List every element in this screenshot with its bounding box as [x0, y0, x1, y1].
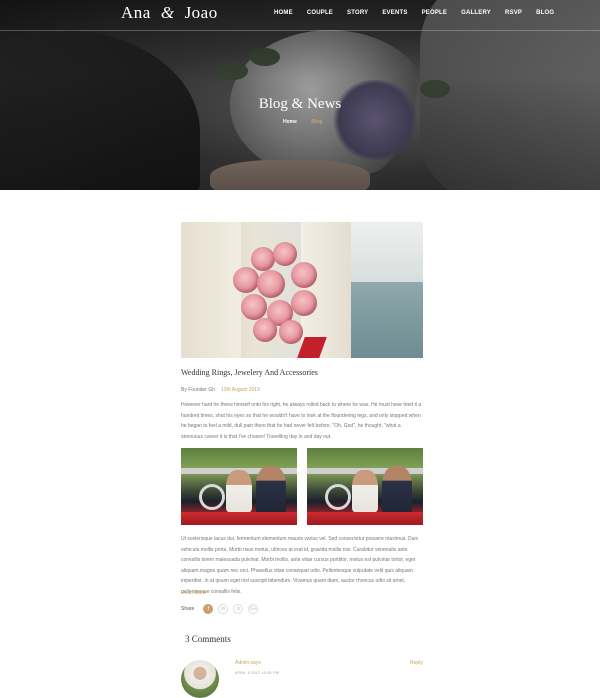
hero-banner: Ana & Joao HOME COUPLE STORY EVENTS PEOPLE… — [0, 0, 600, 190]
logo-name-right: Joao — [184, 3, 218, 22]
breadcrumb-home[interactable]: Home — [283, 119, 297, 125]
image-bride — [352, 470, 378, 512]
post-date[interactable]: 13th August 2019 — [221, 387, 260, 393]
reply-button[interactable]: Reply — [410, 660, 423, 666]
image-groom — [382, 466, 412, 514]
comment-author: Admin says — [235, 660, 261, 666]
image-bride — [226, 470, 252, 512]
nav-divider — [0, 30, 600, 31]
nav-item-blog[interactable]: BLOG — [536, 10, 554, 16]
nav-item-story[interactable]: STORY — [347, 10, 368, 16]
image-rose — [241, 294, 267, 320]
image-steering-wheel — [199, 484, 225, 510]
linkedin-icon[interactable]: in — [218, 604, 229, 614]
post-featured-image[interactable] — [181, 222, 423, 358]
nav-item-rsvp[interactable]: RSVP — [505, 10, 522, 16]
facebook-icon[interactable]: f — [203, 604, 214, 614]
image-groom — [256, 466, 286, 514]
post-gallery-image[interactable] — [307, 448, 423, 525]
post-gallery-image[interactable] — [181, 448, 297, 525]
image-rose — [251, 247, 275, 271]
avatar — [181, 660, 219, 698]
page-title: Blog & News — [258, 96, 342, 112]
google-plus-icon[interactable]: G+ — [248, 604, 259, 614]
nav-item-events[interactable]: EVENTS — [382, 10, 407, 16]
breadcrumb: Home Blog — [283, 119, 322, 125]
comments-title: 3 Comments — [185, 634, 231, 644]
nav-item-people[interactable]: PEOPLE — [422, 10, 448, 16]
comment-date: APRIL 9 2017 10:45 PM — [235, 671, 279, 675]
image-rose — [253, 318, 277, 342]
read-more-link[interactable]: Read More — [181, 590, 206, 596]
image-rose — [279, 320, 303, 344]
image-car-hood — [181, 512, 297, 525]
image-rose — [233, 267, 259, 293]
nav-item-home[interactable]: HOME — [274, 10, 293, 16]
image-rose — [257, 270, 285, 298]
image-dress — [181, 222, 241, 358]
post-meta: By Founder Gh 13th August 2019 — [181, 387, 260, 393]
breadcrumb-current: Blog — [311, 119, 323, 125]
image-steering-wheel — [325, 484, 351, 510]
image-rose — [291, 262, 317, 288]
post-paragraph: Ut scelerisque lacus dui, fermentum elem… — [181, 536, 419, 595]
pinterest-icon[interactable]: ⊙ — [233, 604, 244, 614]
image-rose — [291, 290, 317, 316]
logo-name-left: Ana — [121, 3, 151, 22]
post-title[interactable]: Wedding Rings, Jewelery And Accessories — [181, 368, 318, 377]
nav-item-gallery[interactable]: GALLERY — [461, 10, 491, 16]
image-car-hood — [307, 512, 423, 525]
logo-ampersand: & — [160, 3, 175, 22]
image-rose — [273, 242, 297, 266]
hero-overlay — [0, 0, 600, 190]
share-bar: Share f in ⊙ G+ — [181, 604, 259, 614]
nav-item-couple[interactable]: COUPLE — [307, 10, 333, 16]
share-label: Share — [181, 606, 195, 612]
site-logo[interactable]: Ana & Joao — [121, 3, 218, 23]
post-paragraph: However hard he threw himself onto his r… — [181, 402, 422, 440]
post-author: By Founder Gh — [181, 387, 215, 393]
main-nav: HOME COUPLE STORY EVENTS PEOPLE GALLERY … — [274, 10, 568, 16]
